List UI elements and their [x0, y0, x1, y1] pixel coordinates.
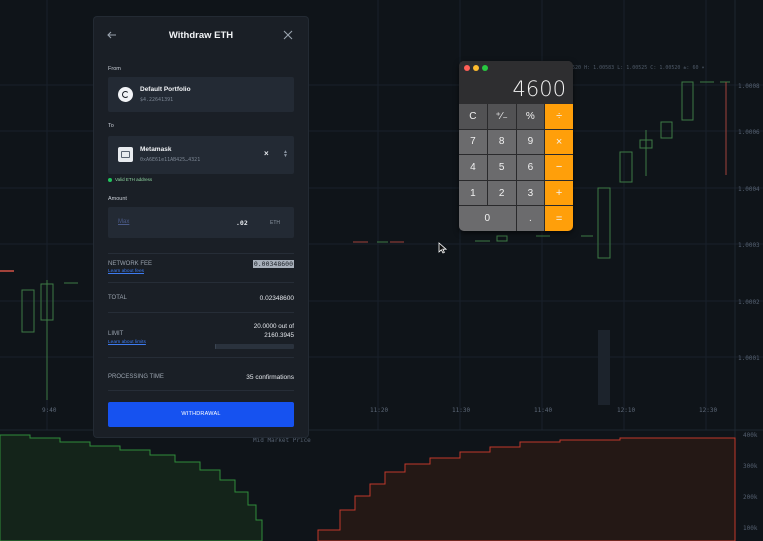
calculator-window: 4600 C ⁺∕₋% ÷ 7 8 9 × 4 5 6− 1 2 3 +0. =	[459, 61, 573, 231]
divider	[108, 253, 294, 254]
calc-key-equals[interactable]: =	[545, 206, 573, 231]
time-tick: 11:40	[534, 407, 552, 414]
price-tick: 1.0001	[738, 355, 760, 362]
portfolio-logo-icon	[118, 87, 133, 102]
time-tick: 11:20	[370, 407, 388, 414]
depth-tick: 200k	[743, 494, 758, 501]
to-account-address: 0xA6E61e11AB425…4321	[140, 157, 201, 163]
calc-key-clear[interactable]: C	[459, 104, 487, 129]
to-account-selector[interactable]: Metamask 0xA6E61e11AB425…4321 × ▲ ▼	[108, 136, 294, 174]
from-account-selector[interactable]: Default Portfolio $4.22641391	[108, 77, 294, 112]
calc-key-digit-9[interactable]: 9	[516, 129, 545, 155]
ohlc-ticker: 1.00520 H: 1.00583 L: 1.00525 C: 1.00520…	[560, 65, 705, 71]
withdraw-modal: Withdraw ETH From Default Portfolio $4.2…	[94, 17, 308, 437]
calc-key-digit-4[interactable]: 4	[459, 155, 487, 180]
time-tick: 12:30	[699, 407, 717, 414]
limit-progress-fill	[215, 344, 216, 349]
calc-key-digit-2[interactable]: 2	[487, 180, 516, 206]
network-fee-label: NETWORK FEE	[108, 261, 153, 267]
depth-tick: 400k	[743, 432, 758, 439]
withdraw-button[interactable]: WITHDRAWAL	[108, 402, 294, 427]
amount-label: Amount	[108, 196, 127, 202]
price-tick: 1.0004	[738, 186, 760, 193]
calc-key-add[interactable]: +	[545, 180, 573, 206]
divider	[108, 282, 294, 283]
limit-value-line2: 2160.3945	[264, 332, 294, 339]
price-tick: 1.0002	[738, 299, 760, 306]
zoom-window-icon[interactable]	[482, 65, 488, 71]
valid-status-dot	[108, 178, 112, 182]
time-tick: 11:30	[452, 407, 470, 414]
network-fee-value: 0.00348600	[252, 260, 294, 268]
calc-key-digit-7[interactable]: 7	[459, 129, 487, 155]
limit-label: LIMIT	[108, 331, 124, 337]
calc-key-digit-0[interactable]: 0	[459, 206, 516, 231]
to-label: To	[108, 123, 114, 129]
valid-address-text: Valid ETH address	[115, 177, 153, 182]
price-tick: 1.0008	[738, 83, 760, 90]
calc-key-digit-8[interactable]: 8	[487, 129, 516, 155]
calc-key-plus-minus[interactable]: ⁺∕₋	[487, 104, 516, 129]
price-tick: 1.0006	[738, 129, 760, 136]
mouse-cursor-icon	[438, 242, 447, 254]
from-account-name: Default Portfolio	[140, 86, 191, 93]
calc-key-subtract[interactable]: −	[545, 155, 573, 180]
time-tick: 9:40	[42, 407, 57, 414]
amount-value[interactable]: .02	[236, 219, 248, 227]
modal-title: Withdraw ETH	[168, 30, 234, 41]
clear-address-icon[interactable]: ×	[264, 149, 269, 158]
divider	[108, 390, 294, 391]
divider	[108, 312, 294, 313]
calc-key-digit-1[interactable]: 1	[459, 180, 487, 206]
processing-time-label: PROCESSING TIME	[108, 374, 164, 380]
limit-value-line1: 20.0000 out of	[253, 323, 294, 330]
processing-time-value: 35 confirmations	[246, 374, 294, 381]
network-fee-amount: 0.00348600	[252, 260, 294, 268]
calculator-display: 4600	[459, 75, 573, 104]
amount-unit: ETH	[270, 220, 280, 226]
price-tick: 1.0003	[738, 242, 760, 249]
calc-key-divide[interactable]: ÷	[545, 104, 573, 129]
close-icon[interactable]	[282, 29, 294, 41]
total-value: 0.02348600	[259, 295, 294, 302]
calc-key-digit-6[interactable]: 6	[516, 155, 545, 180]
learn-fees-link[interactable]: Learn about fees	[108, 269, 144, 274]
chevron-updown-icon[interactable]: ▲ ▼	[283, 150, 288, 159]
calc-key-digit-5[interactable]: 5	[487, 155, 516, 180]
minimize-window-icon[interactable]	[473, 65, 479, 71]
time-tick: 12:10	[617, 407, 635, 414]
to-account-name: Metamask	[140, 146, 172, 153]
modal-header: Withdraw ETH	[94, 17, 308, 55]
amount-input[interactable]: Max .02 ETH	[108, 207, 294, 238]
total-label: TOTAL	[108, 295, 127, 301]
calc-key-percent[interactable]: %	[516, 104, 545, 129]
from-account-balance: $4.22641391	[140, 97, 174, 103]
depth-tick: 100k	[743, 525, 758, 532]
calculator-titlebar[interactable]	[459, 61, 573, 75]
calc-key-multiply[interactable]: ×	[545, 129, 573, 155]
from-label: From	[108, 66, 121, 72]
close-window-icon[interactable]	[464, 65, 470, 71]
learn-limits-link[interactable]: Learn about limits	[108, 340, 146, 345]
divider	[108, 357, 294, 358]
depth-tick: 300k	[743, 463, 758, 470]
calc-key-digit-3[interactable]: 3	[516, 180, 545, 206]
calculator-keypad: C ⁺∕₋% ÷ 7 8 9 × 4 5 6− 1 2 3 +0. =	[459, 104, 573, 231]
max-link[interactable]: Max	[118, 219, 129, 225]
limit-progress-bar	[215, 344, 294, 349]
mid-market-label: Mid Market Price	[253, 437, 311, 444]
calc-key-decimal[interactable]: .	[516, 206, 545, 231]
wallet-icon	[118, 147, 133, 162]
